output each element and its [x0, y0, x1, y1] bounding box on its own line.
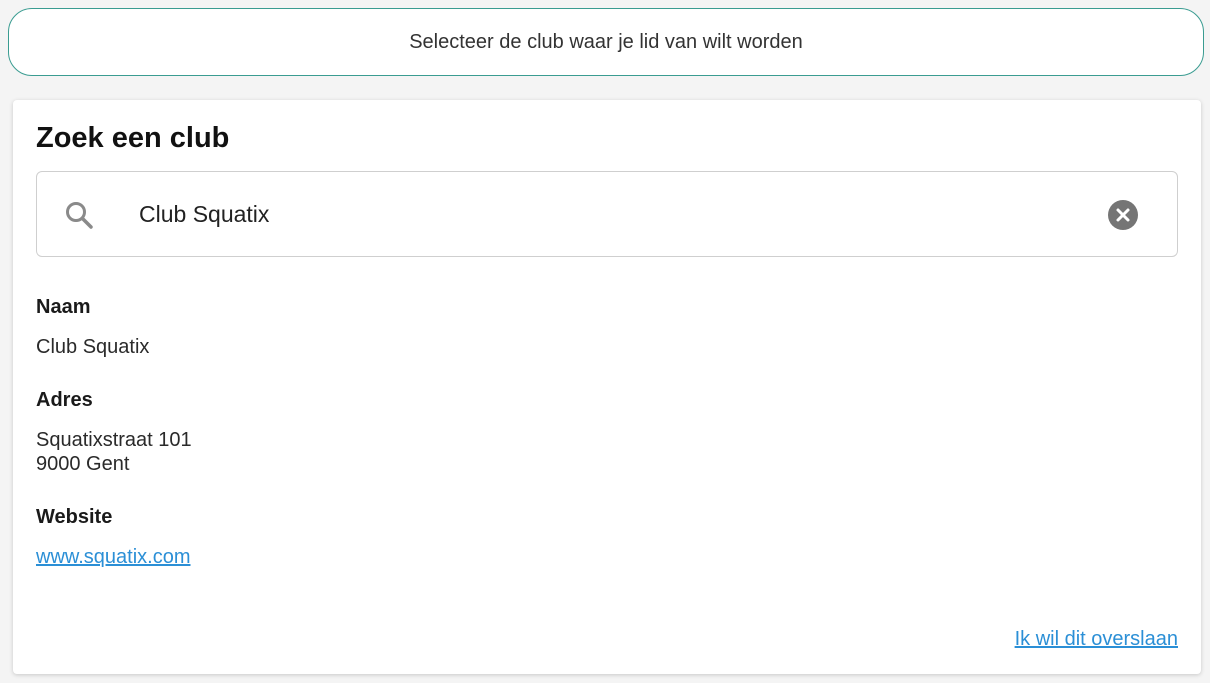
- name-value: Club Squatix: [36, 336, 150, 358]
- address-label: Adres: [36, 389, 93, 411]
- clear-icon[interactable]: [1108, 200, 1138, 230]
- website-link[interactable]: www.squatix.com: [36, 546, 191, 568]
- instruction-banner: Selecteer de club waar je lid van wilt w…: [8, 8, 1204, 76]
- skip-link[interactable]: Ik wil dit overslaan: [1015, 628, 1178, 651]
- search-icon: [66, 202, 93, 229]
- address-line-1: Squatixstraat 101: [36, 429, 192, 451]
- search-box: [36, 171, 1178, 257]
- address-line-2: 9000 Gent: [36, 453, 130, 475]
- club-search-card: Zoek een club Naam Club Squatix Adres Sq…: [13, 100, 1201, 674]
- club-search-input[interactable]: [139, 192, 1079, 236]
- card-title: Zoek een club: [36, 122, 230, 154]
- website-label: Website: [36, 506, 113, 528]
- instruction-text: Selecteer de club waar je lid van wilt w…: [409, 30, 803, 53]
- name-label: Naam: [36, 296, 91, 318]
